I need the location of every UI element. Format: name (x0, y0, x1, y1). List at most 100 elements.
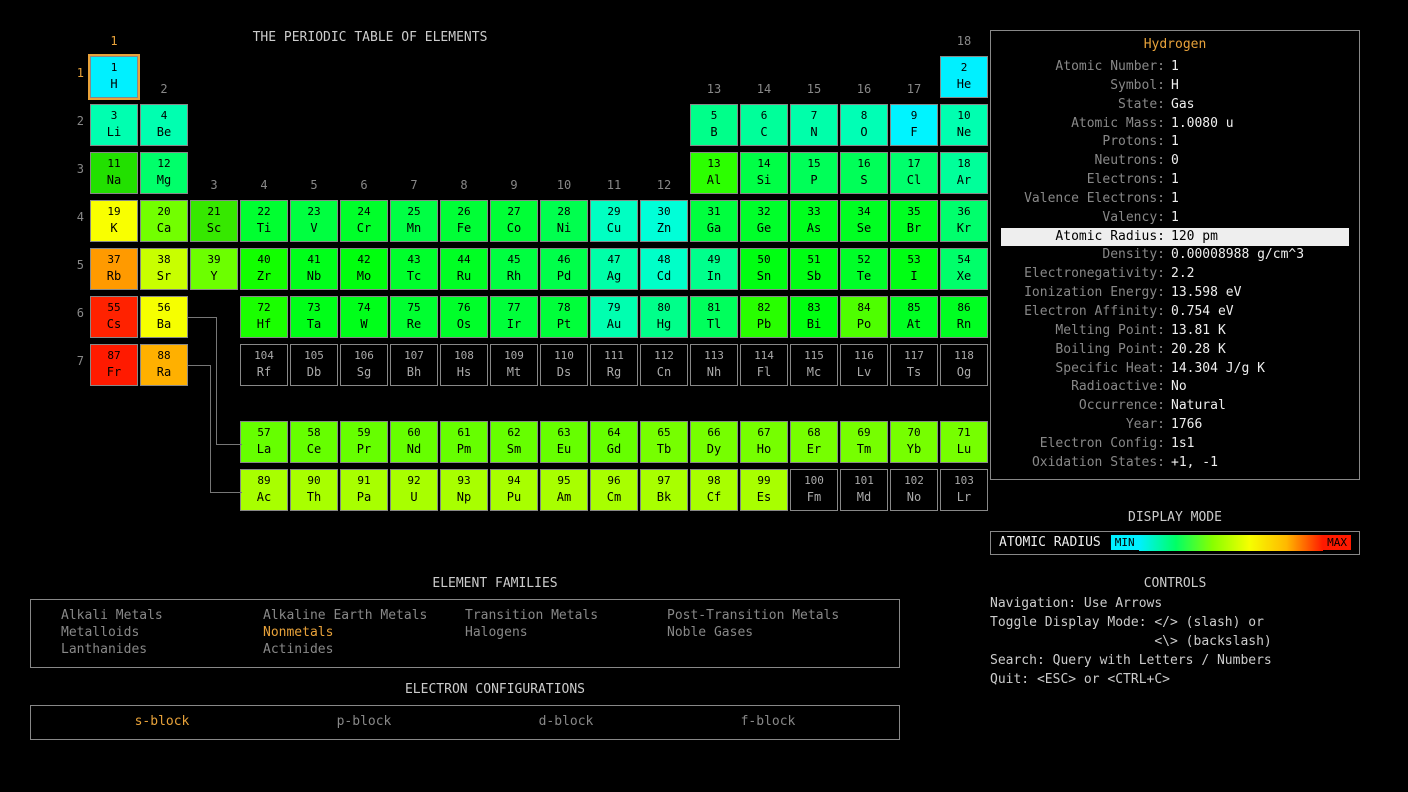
block-d-block[interactable]: d-block (465, 714, 667, 729)
element-Sm[interactable]: 62Sm (490, 421, 538, 463)
element-F[interactable]: 9F (890, 104, 938, 146)
element-Eu[interactable]: 63Eu (540, 421, 588, 463)
element-Ga[interactable]: 31Ga (690, 200, 738, 242)
block-s-block[interactable]: s-block (61, 714, 263, 729)
element-Sr[interactable]: 38Sr (140, 248, 188, 290)
element-Sg[interactable]: 106Sg (340, 344, 388, 386)
element-K[interactable]: 19K (90, 200, 138, 242)
element-Np[interactable]: 93Np (440, 469, 488, 511)
element-Re[interactable]: 75Re (390, 296, 438, 338)
element-Cl[interactable]: 17Cl (890, 152, 938, 194)
element-B[interactable]: 5B (690, 104, 738, 146)
element-Ne[interactable]: 10Ne (940, 104, 988, 146)
element-At[interactable]: 85At (890, 296, 938, 338)
element-Nd[interactable]: 60Nd (390, 421, 438, 463)
element-Zn[interactable]: 30Zn (640, 200, 688, 242)
element-Se[interactable]: 34Se (840, 200, 888, 242)
family-noble-gases[interactable]: Noble Gases (667, 625, 869, 640)
element-Y[interactable]: 39Y (190, 248, 238, 290)
element-Bi[interactable]: 83Bi (790, 296, 838, 338)
block-p-block[interactable]: p-block (263, 714, 465, 729)
element-Rh[interactable]: 45Rh (490, 248, 538, 290)
element-Hg[interactable]: 80Hg (640, 296, 688, 338)
element-P[interactable]: 15P (790, 152, 838, 194)
element-Sb[interactable]: 51Sb (790, 248, 838, 290)
element-Ir[interactable]: 77Ir (490, 296, 538, 338)
element-Ti[interactable]: 22Ti (240, 200, 288, 242)
element-Al[interactable]: 13Al (690, 152, 738, 194)
element-Po[interactable]: 84Po (840, 296, 888, 338)
element-Nh[interactable]: 113Nh (690, 344, 738, 386)
element-Rn[interactable]: 86Rn (940, 296, 988, 338)
element-Tm[interactable]: 69Tm (840, 421, 888, 463)
element-Hf[interactable]: 72Hf (240, 296, 288, 338)
element-Ca[interactable]: 20Ca (140, 200, 188, 242)
element-Tb[interactable]: 65Tb (640, 421, 688, 463)
element-Si[interactable]: 14Si (740, 152, 788, 194)
element-I[interactable]: 53I (890, 248, 938, 290)
element-U[interactable]: 92U (390, 469, 438, 511)
element-Am[interactable]: 95Am (540, 469, 588, 511)
element-Ts[interactable]: 117Ts (890, 344, 938, 386)
element-Tc[interactable]: 43Tc (390, 248, 438, 290)
element-Yb[interactable]: 70Yb (890, 421, 938, 463)
element-Li[interactable]: 3Li (90, 104, 138, 146)
element-S[interactable]: 16S (840, 152, 888, 194)
element-Ra[interactable]: 88Ra (140, 344, 188, 386)
family-alkali-metals[interactable]: Alkali Metals (61, 608, 263, 623)
element-Au[interactable]: 79Au (590, 296, 638, 338)
element-O[interactable]: 8O (840, 104, 888, 146)
element-Pa[interactable]: 91Pa (340, 469, 388, 511)
family-nonmetals[interactable]: Nonmetals (263, 625, 465, 640)
element-Ds[interactable]: 110Ds (540, 344, 588, 386)
element-Og[interactable]: 118Og (940, 344, 988, 386)
family-transition-metals[interactable]: Transition Metals (465, 608, 667, 623)
family-post-transition-metals[interactable]: Post-Transition Metals (667, 608, 869, 623)
element-Cf[interactable]: 98Cf (690, 469, 738, 511)
element-No[interactable]: 102No (890, 469, 938, 511)
family-lanthanides[interactable]: Lanthanides (61, 642, 263, 657)
element-As[interactable]: 33As (790, 200, 838, 242)
element-Mg[interactable]: 12Mg (140, 152, 188, 194)
element-Pr[interactable]: 59Pr (340, 421, 388, 463)
element-Co[interactable]: 27Co (490, 200, 538, 242)
element-Ba[interactable]: 56Ba (140, 296, 188, 338)
element-Th[interactable]: 90Th (290, 469, 338, 511)
element-Ni[interactable]: 28Ni (540, 200, 588, 242)
element-In[interactable]: 49In (690, 248, 738, 290)
element-Bh[interactable]: 107Bh (390, 344, 438, 386)
element-He[interactable]: 2He (940, 56, 988, 98)
family-actinides[interactable]: Actinides (263, 642, 465, 657)
element-Ag[interactable]: 47Ag (590, 248, 638, 290)
element-Pb[interactable]: 82Pb (740, 296, 788, 338)
element-Sn[interactable]: 50Sn (740, 248, 788, 290)
family-halogens[interactable]: Halogens (465, 625, 667, 640)
element-Cn[interactable]: 112Cn (640, 344, 688, 386)
element-Md[interactable]: 101Md (840, 469, 888, 511)
element-Te[interactable]: 52Te (840, 248, 888, 290)
element-Es[interactable]: 99Es (740, 469, 788, 511)
element-Ru[interactable]: 44Ru (440, 248, 488, 290)
element-Er[interactable]: 68Er (790, 421, 838, 463)
element-Rf[interactable]: 104Rf (240, 344, 288, 386)
element-Bk[interactable]: 97Bk (640, 469, 688, 511)
element-Ta[interactable]: 73Ta (290, 296, 338, 338)
element-Ce[interactable]: 58Ce (290, 421, 338, 463)
element-Sc[interactable]: 21Sc (190, 200, 238, 242)
element-C[interactable]: 6C (740, 104, 788, 146)
element-Os[interactable]: 76Os (440, 296, 488, 338)
element-Cu[interactable]: 29Cu (590, 200, 638, 242)
element-Db[interactable]: 105Db (290, 344, 338, 386)
element-Br[interactable]: 35Br (890, 200, 938, 242)
element-Pt[interactable]: 78Pt (540, 296, 588, 338)
element-Nb[interactable]: 41Nb (290, 248, 338, 290)
element-Ho[interactable]: 67Ho (740, 421, 788, 463)
element-Ar[interactable]: 18Ar (940, 152, 988, 194)
element-Hs[interactable]: 108Hs (440, 344, 488, 386)
element-Rb[interactable]: 37Rb (90, 248, 138, 290)
element-Mc[interactable]: 115Mc (790, 344, 838, 386)
element-Cs[interactable]: 55Cs (90, 296, 138, 338)
element-H[interactable]: 1H (90, 56, 138, 98)
element-Lr[interactable]: 103Lr (940, 469, 988, 511)
element-Tl[interactable]: 81Tl (690, 296, 738, 338)
